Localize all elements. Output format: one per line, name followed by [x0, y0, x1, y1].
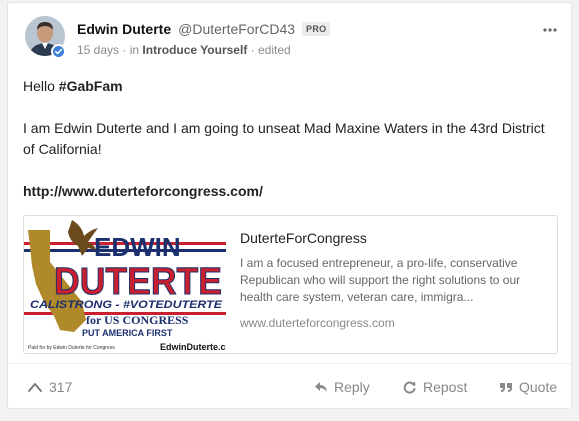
link-preview-card[interactable]: EDWIN DUTERTE CALISTRONG - #VOTEDUTERTE … [23, 215, 558, 354]
repost-icon [403, 381, 416, 394]
upvote-button[interactable]: 317 [27, 379, 72, 395]
post-author: Edwin Duterte @DuterteForCD43 PRO [77, 21, 331, 37]
repost-button[interactable]: Repost [402, 379, 467, 395]
username[interactable]: @DuterteForCD43 [178, 21, 295, 37]
preview-text: DuterteForCongress I am a focused entrep… [240, 230, 545, 330]
score-count: 317 [49, 379, 73, 395]
hashtag-link[interactable]: #GabFam [59, 78, 123, 94]
preview-description: I am a focused entrepreneur, a pro-life,… [240, 256, 521, 304]
preview-surname: DUTERTE [54, 261, 222, 303]
more-icon[interactable] [543, 19, 557, 35]
reply-label: Reply [334, 379, 370, 395]
edited-label[interactable]: edited [258, 43, 291, 57]
meta-separator: · [122, 43, 127, 57]
preview-image: EDWIN DUTERTE CALISTRONG - #VOTEDUTERTE … [24, 216, 239, 353]
group-link[interactable]: Introduce Yourself [142, 43, 247, 57]
greeting-text: Hello [23, 78, 59, 94]
preview-name: EDWIN [94, 232, 181, 262]
preview-fine-print: Paid for by Edwin Duterte for Congress [28, 345, 115, 351]
repost-label: Repost [423, 379, 468, 395]
quote-button[interactable]: Quote [499, 379, 557, 395]
reply-button[interactable]: Reply [314, 379, 370, 395]
preview-slogan: CALISTRONG - #VOTEDUTERTE [30, 299, 223, 311]
divider [8, 363, 571, 364]
statement-text: I am Edwin Duterte and I am going to uns… [23, 120, 545, 157]
greeting-line: Hello #GabFam [23, 76, 558, 97]
display-name[interactable]: Edwin Duterte [77, 21, 171, 37]
meta-separator: · [250, 43, 255, 57]
quote-label: Quote [519, 379, 558, 395]
reply-icon [315, 382, 327, 392]
preview-title[interactable]: DuterteForCongress [240, 230, 545, 246]
upvote-icon [28, 383, 42, 392]
preview-motto: PUT AMERICA FIRST [82, 328, 173, 338]
preview-site: EdwinDuterte.com [160, 342, 226, 352]
verified-icon [51, 44, 66, 59]
post-body: Hello #GabFam I am Edwin Duterte and I a… [23, 76, 558, 202]
preview-office: for US CONGRESS [86, 313, 189, 327]
preview-domain: www.duterteforcongress.com [240, 316, 395, 330]
post-age[interactable]: 15 days [77, 43, 119, 57]
post-card: Edwin Duterte @DuterteForCD43 PRO 15 day… [7, 2, 572, 409]
post-actions: 317 Reply Repost Quote [8, 375, 571, 401]
pro-badge: PRO [302, 22, 331, 36]
in-label: in [129, 43, 140, 57]
external-link[interactable]: http://www.duterteforcongress.com/ [23, 183, 263, 199]
quote-icon [500, 383, 512, 392]
post-meta: 15 days · in Introduce Yourself · edited [77, 43, 291, 57]
